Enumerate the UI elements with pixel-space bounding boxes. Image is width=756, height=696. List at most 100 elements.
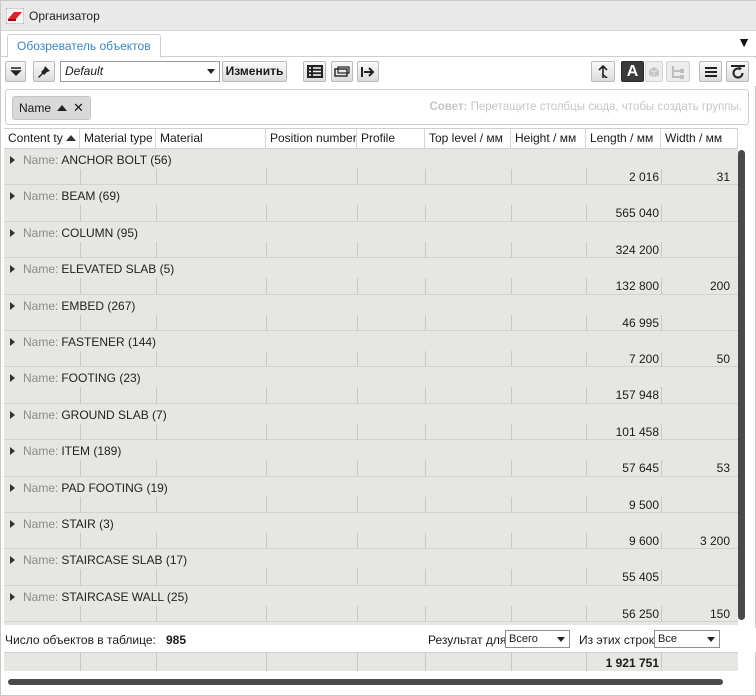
cell-divider: [80, 605, 81, 622]
group-row[interactable]: Name: STAIRCASE WALL (25) 56 250 150: [4, 586, 738, 623]
group-row[interactable]: Name: STAIRCASE SLAB (17) 55 405: [4, 549, 738, 586]
cell-divider: [357, 605, 358, 622]
cell-divider: [156, 169, 157, 185]
group-row-header[interactable]: Name: EMBED (267): [10, 299, 135, 313]
expand-icon[interactable]: [10, 192, 15, 201]
refresh-button[interactable]: [726, 61, 749, 82]
tab-object-browser[interactable]: Обозреватель объектов: [7, 34, 161, 58]
expand-icon[interactable]: [10, 337, 15, 346]
column-header[interactable]: Height / мм: [511, 129, 586, 149]
sort-ascending-icon[interactable]: [57, 105, 68, 111]
close-icon[interactable]: ✕: [73, 100, 84, 116]
group-row[interactable]: Name: FASTENER (144) 7 200 50: [4, 331, 738, 368]
expand-icon[interactable]: [10, 374, 15, 383]
group-row-header[interactable]: Name: FOOTING (23): [10, 371, 141, 385]
group-row-header[interactable]: Name: COLUMN (95): [10, 226, 138, 240]
cell-divider: [425, 350, 426, 367]
expand-icon[interactable]: [10, 410, 15, 419]
expand-icon[interactable]: [10, 556, 15, 565]
cell-divider: [156, 387, 157, 404]
group-row[interactable]: Name: GROUND SLAB (7) 101 458: [4, 404, 738, 441]
text-mode-button[interactable]: A: [621, 61, 644, 82]
group-chip-name[interactable]: Name ✕: [12, 96, 91, 120]
expand-icon[interactable]: [10, 265, 15, 274]
cell-divider: [156, 278, 157, 295]
cell-divider: [661, 496, 662, 513]
export-button[interactable]: [357, 61, 379, 82]
view-settings-select[interactable]: Default: [60, 61, 220, 82]
group-row-header[interactable]: Name: ELEVATED SLAB (5): [10, 262, 174, 276]
column-header[interactable]: Material type: [80, 129, 156, 149]
group-width-total: 200: [709, 279, 730, 294]
edit-button[interactable]: Изменить: [222, 61, 287, 82]
group-row-header[interactable]: Name: STAIRCASE WALL (25): [10, 590, 188, 604]
group-name: COLUMN (95): [61, 225, 139, 240]
column-header[interactable]: Content ty: [4, 129, 80, 149]
column-header[interactable]: Position number: [266, 129, 357, 149]
select-in-model-button[interactable]: [591, 61, 615, 82]
group-row-header[interactable]: Name: BEAM (69): [10, 189, 120, 203]
pin-button[interactable]: [33, 61, 55, 82]
3d-view-button[interactable]: [645, 61, 663, 82]
expand-icon[interactable]: [10, 301, 15, 310]
group-by-panel[interactable]: Name ✕ Совет: Перетащите столбцы сюда, ч…: [5, 89, 749, 125]
column-header[interactable]: Profile: [357, 129, 425, 149]
group-row[interactable]: Name: COLUMN (95) 324 200: [4, 222, 738, 259]
expand-icon[interactable]: [10, 156, 15, 164]
group-field-label: Name:: [23, 516, 59, 531]
double-chevron-down-icon: [9, 66, 22, 76]
group-row[interactable]: Name: FOOTING (23) 157 948: [4, 367, 738, 404]
cell-divider: [266, 605, 267, 622]
list-view-button[interactable]: [303, 61, 326, 82]
vertical-scrollbar[interactable]: [738, 128, 750, 625]
group-name: EMBED (267): [61, 298, 136, 313]
expand-icon[interactable]: [10, 592, 15, 601]
group-row-header[interactable]: Name: STAIRCASE SLAB (17): [10, 553, 187, 567]
column-header[interactable]: Length / мм: [586, 129, 661, 149]
vertical-scroll-thumb[interactable]: [738, 150, 745, 620]
group-name: ELEVATED SLAB (5): [61, 262, 175, 277]
group-row[interactable]: Name: ANCHOR BOLT (56) 2 016 31: [4, 149, 738, 186]
cell-divider: [80, 460, 81, 477]
group-row-header[interactable]: Name: GROUND SLAB (7): [10, 408, 167, 422]
select-objects-button[interactable]: [331, 61, 353, 82]
cell-divider: [156, 605, 157, 622]
expand-icon[interactable]: [10, 447, 15, 456]
cell-divider: [586, 205, 587, 222]
group-row-header[interactable]: Name: FASTENER (144): [10, 335, 156, 349]
group-row[interactable]: Name: PAD FOOTING (19) 9 500: [4, 477, 738, 513]
horizontal-scrollbar[interactable]: [4, 675, 750, 689]
column-header[interactable]: Material: [156, 129, 266, 149]
column-header[interactable]: Top level / мм: [425, 129, 511, 149]
group-row[interactable]: Name: ELEVATED SLAB (5) 132 800 200: [4, 258, 738, 295]
collapse-all-button[interactable]: [5, 61, 26, 82]
expand-icon[interactable]: [10, 519, 15, 528]
rows-filter-select[interactable]: Все: [654, 630, 720, 648]
refresh-icon: [730, 64, 745, 78]
group-row[interactable]: Name: STAIR (3) 9 600 3 200: [4, 513, 738, 550]
group-length-total: 101 458: [615, 424, 659, 439]
cell-divider: [511, 241, 512, 258]
expand-icon[interactable]: [10, 483, 15, 492]
cell-divider: [156, 532, 157, 549]
horizontal-scroll-thumb[interactable]: [8, 679, 723, 685]
cell-divider: [511, 205, 512, 222]
group-row-header[interactable]: Name: PAD FOOTING (19): [10, 481, 168, 495]
menu-button[interactable]: [699, 61, 722, 82]
hint-prefix: Совет:: [429, 101, 468, 113]
cell-divider: [586, 605, 587, 622]
cell-divider: [661, 605, 662, 622]
hierarchy-button[interactable]: [666, 61, 690, 82]
group-row[interactable]: Name: EMBED (267) 46 995: [4, 295, 738, 331]
group-row-header[interactable]: Name: ITEM (189): [10, 444, 121, 458]
expand-icon[interactable]: [10, 228, 15, 237]
group-row[interactable]: Name: BEAM (69) 565 040: [4, 185, 738, 222]
tab-menu-icon[interactable]: ▼: [737, 34, 751, 50]
group-row-header[interactable]: Name: ANCHOR BOLT (56): [10, 153, 172, 167]
group-row-header[interactable]: Name: STAIR (3): [10, 517, 114, 531]
column-header[interactable]: Width / мм: [661, 129, 738, 149]
group-row[interactable]: Name: ITEM (189) 57 645 53: [4, 440, 738, 477]
arrow-right-bar-icon: [361, 66, 375, 77]
result-for-select[interactable]: Всего: [505, 630, 570, 648]
cell-divider: [80, 423, 81, 440]
